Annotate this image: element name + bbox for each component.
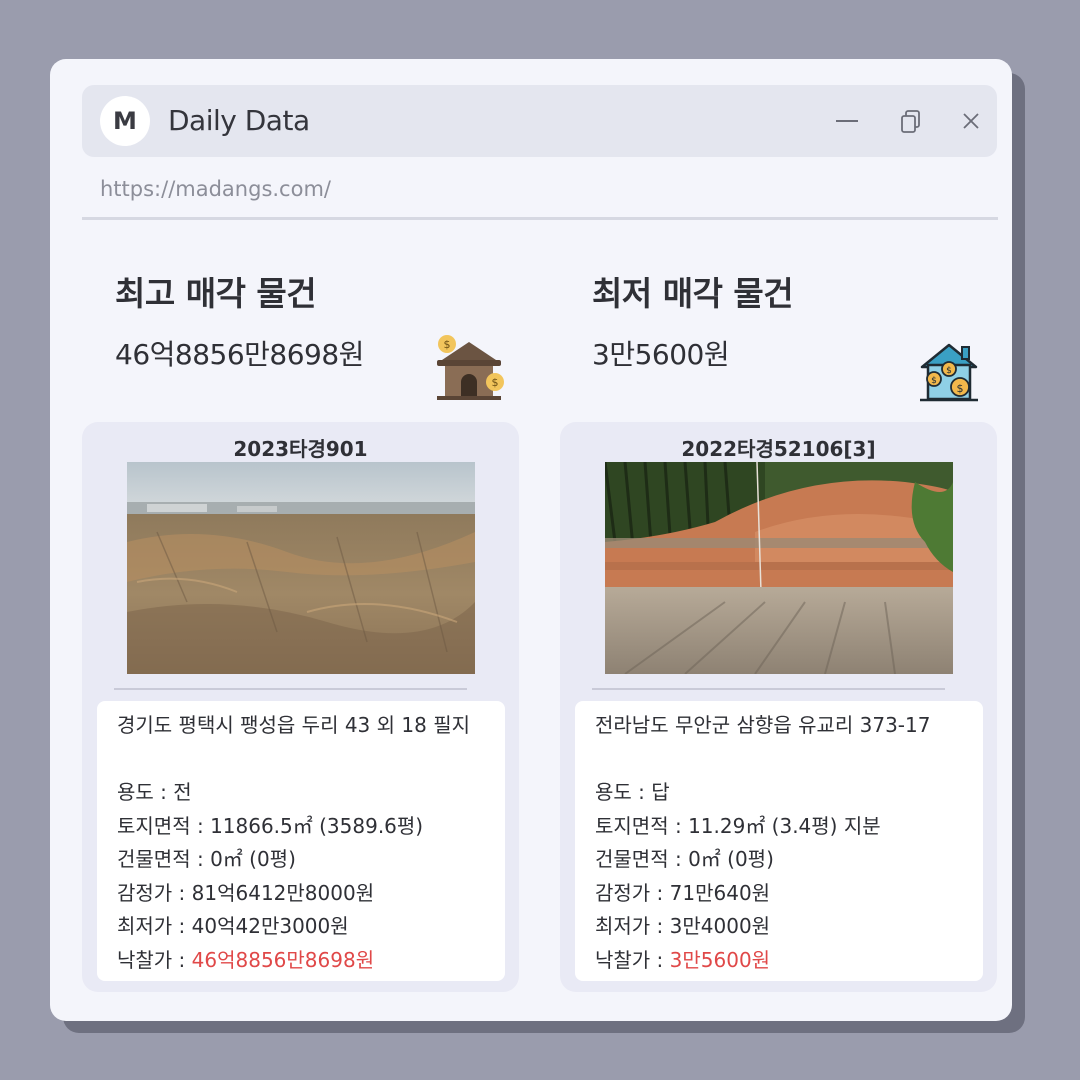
- appraisal-row: 감정가 : 81억6412만8000원: [117, 877, 485, 911]
- land-area-row: 토지면적 : 11.29㎡ (3.4평) 지분: [595, 810, 963, 844]
- usage-label: 용도 :: [117, 780, 174, 804]
- minimize-icon: [836, 120, 858, 122]
- highest-heading: 최고 매각 물건: [115, 274, 317, 313]
- case-number[interactable]: 2022타경52106[3]: [560, 433, 997, 462]
- highest-header: 최고 매각 물건 46억8856만8698원: [115, 267, 364, 373]
- winning-bid-value: 3만5600원: [669, 947, 771, 972]
- minimum-price-row: 최저가 : 40억42만3000원: [117, 910, 485, 944]
- title-bar: M Daily Data: [82, 85, 997, 157]
- building-area-label: 건물면적 :: [595, 847, 689, 871]
- winning-bid-row: 낙찰가 : 46억8856만8698원: [117, 944, 485, 978]
- card-divider: [114, 688, 467, 690]
- appraisal-row: 감정가 : 71만640원: [595, 877, 963, 911]
- land-area-label: 토지면적 :: [117, 813, 211, 838]
- house-coins-icon: $ $ $: [918, 339, 980, 407]
- usage-row: 용도 : 전: [117, 776, 485, 810]
- header-divider: [82, 217, 998, 220]
- minimum-price-row: 최저가 : 3만4000원: [595, 910, 963, 944]
- house-money-icon: $ $: [433, 334, 505, 408]
- close-icon: [963, 113, 979, 129]
- minimum-price-value: 40억42만3000원: [191, 914, 349, 938]
- building-area-value: 0㎡ (0평): [210, 847, 296, 871]
- app-logo: M: [100, 96, 150, 146]
- svg-text:$: $: [946, 366, 952, 376]
- card-divider: [592, 688, 945, 690]
- appraisal-value: 71만640원: [669, 880, 771, 905]
- property-photo: [605, 462, 953, 674]
- case-number[interactable]: 2023타경901: [82, 433, 519, 462]
- property-address: 전라남도 무안군 삼향읍 유교리 373-17: [595, 713, 931, 737]
- svg-text:$: $: [492, 376, 499, 389]
- usage-label: 용도 :: [595, 780, 652, 804]
- svg-text:$: $: [444, 338, 451, 351]
- land-area-value: 11866.5㎡ (3589.6평): [210, 813, 424, 838]
- property-address: 경기도 평택시 팽성읍 두리 43 외 18 필지: [117, 713, 471, 737]
- lowest-property-card[interactable]: 2022타경52106[3] 전라남도 무안군 삼향읍 유교리 373-17 용…: [560, 422, 997, 992]
- winning-bid-value: 46억8856만8698원: [191, 947, 375, 972]
- winning-bid-label: 낙찰가 :: [595, 947, 670, 972]
- svg-text:$: $: [957, 382, 964, 395]
- property-details: 경기도 평택시 팽성읍 두리 43 외 18 필지 용도 : 전 토지면적 : …: [97, 701, 505, 981]
- land-area-value: 11.29㎡ (3.4평) 지분: [688, 813, 881, 838]
- building-area-label: 건물면적 :: [117, 847, 211, 871]
- lowest-heading: 최저 매각 물건: [592, 274, 794, 313]
- appraisal-value: 81억6412만8000원: [191, 880, 375, 905]
- winning-bid-label: 낙찰가 :: [117, 947, 192, 972]
- usage-value: 전: [173, 780, 192, 804]
- usage-value: 답: [651, 780, 670, 804]
- property-details: 전라남도 무안군 삼향읍 유교리 373-17 용도 : 답 토지면적 : 11…: [575, 701, 983, 981]
- appraisal-label: 감정가 :: [595, 880, 670, 905]
- lowest-header: 최저 매각 물건 3만5600원: [592, 267, 794, 373]
- svg-text:$: $: [931, 376, 937, 386]
- minimize-button[interactable]: [832, 107, 862, 135]
- building-area-row: 건물면적 : 0㎡ (0평): [595, 843, 963, 877]
- usage-row: 용도 : 답: [595, 776, 963, 810]
- land-area-row: 토지면적 : 11866.5㎡ (3589.6평): [117, 810, 485, 844]
- land-area-label: 토지면적 :: [595, 813, 689, 838]
- highest-property-card[interactable]: 2023타경901 경기도 평택시 팽성읍 두리 43 외 18 필지 용도:…: [82, 422, 519, 992]
- app-window: M Daily Data https://madangs.com/ 최고 매각 …: [50, 59, 1012, 1021]
- property-photo: [127, 462, 475, 674]
- close-button[interactable]: [956, 107, 986, 135]
- building-area-row: 건물면적 : 0㎡ (0평): [117, 843, 485, 877]
- app-title: Daily Data: [168, 104, 310, 137]
- minimum-price-value: 3만4000원: [669, 914, 771, 938]
- winning-bid-row: 낙찰가 : 3만5600원: [595, 944, 963, 978]
- url-text[interactable]: https://madangs.com/: [100, 177, 331, 201]
- minimum-price-label: 최저가 :: [595, 914, 670, 938]
- appraisal-label: 감정가 :: [117, 880, 192, 905]
- lowest-price: 3만5600원: [592, 338, 730, 371]
- restore-button[interactable]: [896, 107, 926, 135]
- restore-icon: [901, 110, 920, 133]
- building-area-value: 0㎡ (0평): [688, 847, 774, 871]
- highest-price: 46억8856만8698원: [115, 338, 364, 371]
- minimum-price-label: 최저가 :: [117, 914, 192, 938]
